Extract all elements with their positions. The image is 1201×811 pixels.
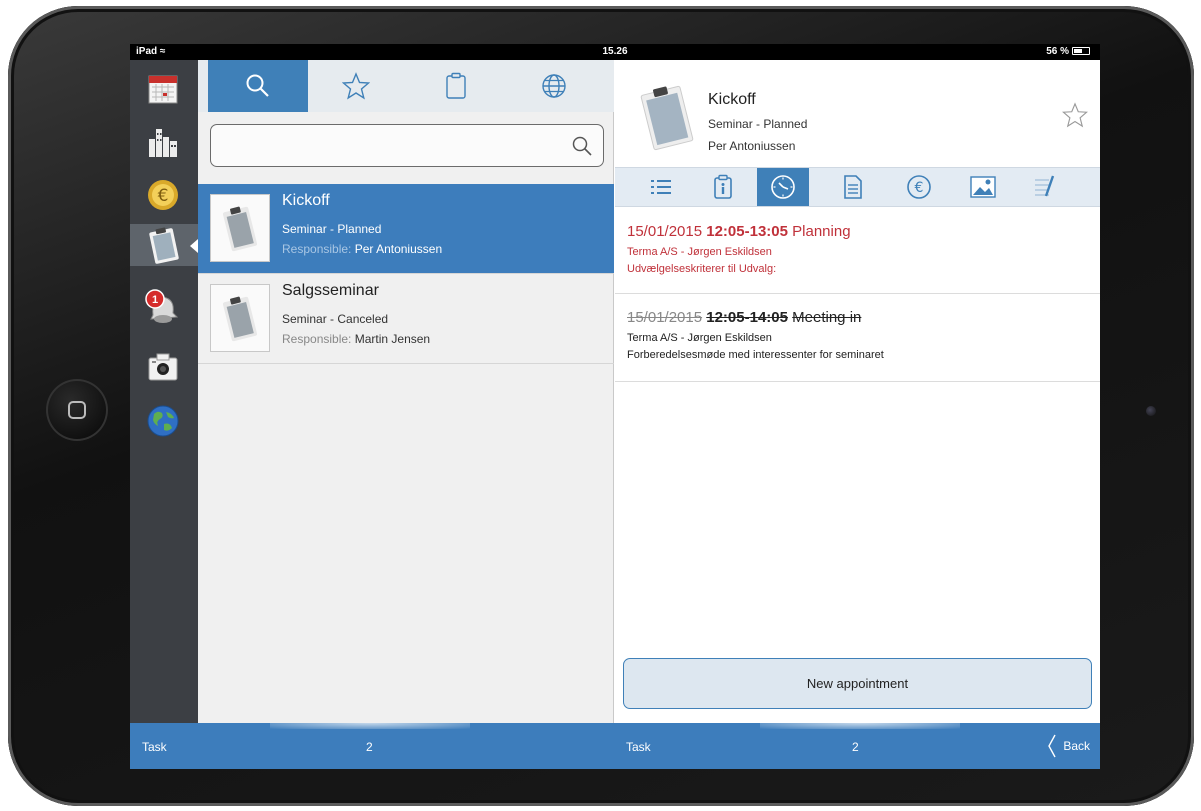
calendar-icon[interactable] xyxy=(140,68,186,110)
document-icon xyxy=(844,175,862,199)
clipboard-icon xyxy=(640,85,694,151)
tab-favorites[interactable] xyxy=(306,60,406,112)
camera-icon[interactable] xyxy=(140,346,186,388)
list-item[interactable]: Salgsseminar Seminar - Canceled Responsi… xyxy=(198,274,614,364)
app-screen: iPad ≈ 15.26 56 % € 1 Kickoff Seminar - … xyxy=(130,44,1100,769)
appointment-note: Forberedelsesmøde med interessenter for … xyxy=(627,349,884,361)
detail-tab-bar: € xyxy=(615,167,1100,207)
tab-images[interactable] xyxy=(957,168,1009,206)
list-icon xyxy=(651,180,671,194)
search-input[interactable] xyxy=(219,133,549,159)
task-detail-pane: Kickoff Seminar - Planned Per Antoniusse… xyxy=(615,60,1100,723)
home-square-icon xyxy=(68,401,86,419)
tab-appointments[interactable] xyxy=(757,168,809,206)
footer-glow xyxy=(270,723,470,729)
euro-coin-icon[interactable]: € xyxy=(140,174,186,216)
globe-icon[interactable] xyxy=(140,400,186,442)
footer-bar: Task 2 Task 2 Back xyxy=(130,723,1100,769)
appointment-contact: Terma A/S - Jørgen Eskildsen xyxy=(627,332,772,344)
tab-finance[interactable]: € xyxy=(893,168,945,206)
clipboard-icon xyxy=(446,72,466,99)
buildings-icon[interactable] xyxy=(140,120,186,162)
appointment-item[interactable]: 15/01/2015 12:05-14:05 Meeting in Terma … xyxy=(615,294,1100,382)
task-thumbnail xyxy=(635,80,699,154)
footer-right-label: Task xyxy=(626,740,651,754)
search-icon[interactable] xyxy=(571,135,593,157)
tab-search[interactable] xyxy=(208,60,308,112)
battery-icon xyxy=(1072,47,1090,55)
footer-left-count: 2 xyxy=(366,740,373,754)
task-subtitle: Seminar - Canceled xyxy=(282,312,389,326)
selection-pointer xyxy=(190,239,198,253)
back-label: Back xyxy=(1063,739,1090,753)
task-title: Kickoff xyxy=(282,192,330,209)
info-icon xyxy=(714,174,732,199)
task-thumbnail xyxy=(210,194,270,262)
detail-responsible: Per Antoniussen xyxy=(708,139,796,153)
home-button[interactable] xyxy=(46,379,108,441)
appointment-heading: 15/01/2015 12:05-14:05 Meeting in xyxy=(627,309,862,326)
image-icon xyxy=(970,176,996,198)
front-camera xyxy=(1146,406,1156,416)
task-subtitle: Seminar - Planned xyxy=(282,222,382,236)
clipboard-icon xyxy=(222,206,258,252)
clock: 15.26 xyxy=(602,46,628,57)
clipboard-icon xyxy=(222,296,258,342)
task-responsible: Responsible: Per Antoniussen xyxy=(282,242,443,256)
clipboard-icon[interactable] xyxy=(130,224,198,266)
notification-badge: 1 xyxy=(152,294,158,306)
tab-documents[interactable] xyxy=(827,168,879,206)
detail-title: Kickoff xyxy=(708,91,756,108)
favorite-star-icon[interactable] xyxy=(1062,102,1088,128)
euro-icon: € xyxy=(907,175,931,199)
appointment-item[interactable]: 15/01/2015 12:05-13:05 Planning Terma A/… xyxy=(615,208,1100,294)
task-title: Salgsseminar xyxy=(282,282,379,299)
back-button[interactable]: Back xyxy=(1047,733,1090,759)
svg-text:€: € xyxy=(915,180,924,196)
svg-text:€: € xyxy=(158,186,169,206)
task-thumbnail xyxy=(210,284,270,352)
status-bar: iPad ≈ 15.26 56 % xyxy=(130,44,1100,60)
task-list-pane: Kickoff Seminar - Planned Responsible: P… xyxy=(198,60,614,723)
tab-info[interactable] xyxy=(697,168,749,206)
appointment-contact: Terma A/S - Jørgen Eskildsen xyxy=(627,246,772,258)
tab-clipboard[interactable] xyxy=(406,60,506,112)
list-tab-bar xyxy=(198,60,614,112)
search-field[interactable] xyxy=(210,124,604,167)
app-sidebar: € 1 xyxy=(130,60,198,723)
detail-header: Kickoff Seminar - Planned Per Antoniusse… xyxy=(615,60,1100,167)
tab-globe[interactable] xyxy=(504,60,604,112)
tab-list[interactable] xyxy=(635,168,687,206)
search-icon xyxy=(246,74,269,97)
star-icon xyxy=(342,72,370,100)
globe-icon xyxy=(542,74,566,98)
appointment-note: Udvælgelseskriterer til Udvalg: xyxy=(627,263,777,275)
bell-icon[interactable]: 1 xyxy=(140,286,186,328)
clock-icon xyxy=(771,175,795,199)
footer-glow xyxy=(760,723,960,729)
footer-left-label: Task xyxy=(142,740,167,754)
tab-notes[interactable] xyxy=(1019,168,1071,206)
battery-indicator: 56 % xyxy=(1046,46,1090,57)
notes-icon xyxy=(1035,175,1055,197)
detail-subtitle: Seminar - Planned xyxy=(708,117,808,131)
footer-right-count: 2 xyxy=(852,740,859,754)
new-appointment-button[interactable]: New appointment xyxy=(623,658,1092,709)
task-responsible: Responsible: Martin Jensen xyxy=(282,332,431,346)
appointment-heading: 15/01/2015 12:05-13:05 Planning xyxy=(627,223,851,240)
chevron-left-icon xyxy=(1048,734,1056,758)
list-item[interactable]: Kickoff Seminar - Planned Responsible: P… xyxy=(198,184,614,274)
